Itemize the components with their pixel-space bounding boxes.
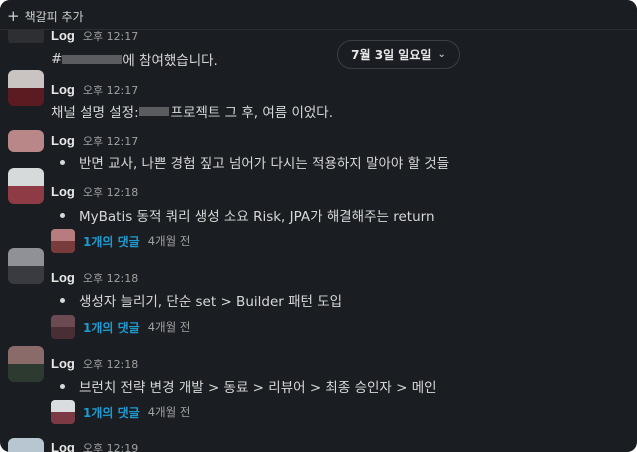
thread-replies-button[interactable]: 1개의 댓글 4개월 전 <box>51 315 190 339</box>
author-name[interactable]: Log <box>51 82 75 97</box>
thread-replies-button[interactable]: 1개의 댓글 4개월 전 <box>51 400 190 424</box>
thread-avatar-top <box>51 229 75 241</box>
timestamp[interactable]: 오후 12:18 <box>83 184 138 200</box>
author-name[interactable]: Log <box>51 440 75 452</box>
timestamp[interactable]: 오후 12:19 <box>83 440 138 452</box>
message-body: 생성자 늘리기, 단순 set > Builder 패턴 도입 <box>79 294 343 310</box>
message-text: 생성자 늘리기, 단순 set > Builder 패턴 도입 <box>51 290 342 310</box>
avatar[interactable] <box>8 248 44 284</box>
avatar-top <box>8 438 44 452</box>
message-item: Log 오후 12:18 MyBatis 동적 쿼리 생성 소요 Risk, J… <box>0 168 637 253</box>
message-header: Log 오후 12:18 <box>51 184 138 200</box>
bullet-icon <box>60 383 65 389</box>
timestamp[interactable]: 오후 12:17 <box>83 82 138 98</box>
reply-count-link[interactable]: 1개의 댓글 <box>83 319 140 336</box>
message-text: # 에 참여했습니다. <box>51 49 218 69</box>
avatar-bottom <box>8 186 44 204</box>
avatar-top <box>8 168 44 186</box>
chevron-down-icon: ⌄ <box>437 49 446 60</box>
thread-avatar-top <box>51 400 75 412</box>
author-name[interactable]: Log <box>51 133 75 148</box>
thread-avatar-bottom <box>51 241 75 253</box>
bullet-icon <box>60 212 65 218</box>
avatar-top <box>8 248 44 266</box>
message-body: 반면 교사, 나쁜 경험 짚고 넘어가 다시는 적용하지 말아야 할 것들 <box>79 156 450 172</box>
message-header: Log 오후 12:18 <box>51 270 138 286</box>
author-name[interactable]: Log <box>51 28 75 43</box>
timestamp[interactable]: 오후 12:18 <box>83 270 138 286</box>
reply-time: 4개월 전 <box>147 405 191 419</box>
message-header: Log 오후 12:17 <box>51 28 138 44</box>
thread-replies-button[interactable]: 1개의 댓글 4개월 전 <box>51 229 190 253</box>
avatar[interactable] <box>8 346 44 382</box>
bullet-icon <box>60 297 65 303</box>
timestamp[interactable]: 오후 12:18 <box>83 356 138 372</box>
avatar-bottom <box>8 88 44 106</box>
join-text: 에 참여했습니다. <box>122 53 218 69</box>
add-bookmark-label: 책갈피 추가 <box>24 9 84 24</box>
reply-time: 4개월 전 <box>147 234 191 248</box>
message-body: 브런치 전략 변경 개발 > 동료 > 리뷰어 > 최종 승인자 > 메인 <box>79 380 437 396</box>
redacted-block <box>138 106 169 116</box>
author-name[interactable]: Log <box>51 184 75 199</box>
message-header: Log 오후 12:18 <box>51 356 138 372</box>
channel-prefix: # <box>51 51 63 67</box>
reply-count-link[interactable]: 1개의 댓글 <box>83 404 140 421</box>
date-divider-button[interactable]: 7월 3일 일요일 ⌄ <box>337 40 460 69</box>
message-text: 채널 설명 설정: 프로젝트 그 후, 여름 이었다. <box>51 101 333 121</box>
thread-avatar-top <box>51 315 75 327</box>
timestamp[interactable]: 오후 12:17 <box>83 28 138 44</box>
avatar-bottom <box>8 266 44 284</box>
channel-window: + 책갈피 추가 7월 3일 일요일 ⌄ Log 오후 12:17 # 에 참여… <box>0 0 637 452</box>
message-item: Log 오후 12:17 반면 교사, 나쁜 경험 짚고 넘어가 다시는 적용하… <box>0 130 637 175</box>
redacted-block <box>62 54 123 64</box>
thread-avatar <box>51 229 75 253</box>
reply-count-link[interactable]: 1개의 댓글 <box>83 233 140 250</box>
author-name[interactable]: Log <box>51 356 75 371</box>
avatar-top <box>8 346 44 364</box>
message-item: Log 오후 12:17 채널 설명 설정: 프로젝트 그 후, 여름 이었다. <box>0 70 637 125</box>
avatar-bottom <box>8 364 44 382</box>
timestamp[interactable]: 오후 12:17 <box>83 133 138 149</box>
message-body: MyBatis 동적 쿼리 생성 소요 Risk, JPA가 해결해주는 ret… <box>79 209 435 225</box>
message-item: Log 오후 12:17 # 에 참여했습니다. <box>0 25 637 75</box>
avatar-top <box>8 70 44 88</box>
message-header: Log 오후 12:17 <box>51 82 138 98</box>
avatar[interactable] <box>8 130 44 152</box>
add-bookmark-button[interactable]: + 책갈피 추가 <box>7 6 84 26</box>
avatar[interactable] <box>8 438 44 452</box>
message-item: Log 오후 12:19 <box>0 438 637 452</box>
avatar[interactable] <box>8 168 44 204</box>
avatar-top <box>8 130 44 152</box>
author-name[interactable]: Log <box>51 270 75 285</box>
message-header: Log 오후 12:19 <box>51 440 138 452</box>
message-text: 브런치 전략 변경 개발 > 동료 > 리뷰어 > 최종 승인자 > 메인 <box>51 376 437 396</box>
plus-icon: + <box>7 6 20 25</box>
thread-avatar <box>51 315 75 339</box>
thread-avatar-bottom <box>51 327 75 339</box>
description-text: 프로젝트 그 후, 여름 이었다. <box>170 105 334 121</box>
description-prefix: 채널 설명 설정: <box>51 105 139 121</box>
date-label: 7월 3일 일요일 <box>351 48 432 62</box>
thread-avatar <box>51 400 75 424</box>
message-item: Log 오후 12:18 브런치 전략 변경 개발 > 동료 > 리뷰어 > 최… <box>0 346 637 424</box>
bullet-icon <box>60 159 65 165</box>
message-text: 반면 교사, 나쁜 경험 짚고 넘어가 다시는 적용하지 말아야 할 것들 <box>51 152 449 172</box>
avatar[interactable] <box>8 70 44 106</box>
message-text: MyBatis 동적 쿼리 생성 소요 Risk, JPA가 해결해주는 ret… <box>51 205 435 225</box>
reply-time: 4개월 전 <box>147 320 191 334</box>
channel-toolbar: + 책갈피 추가 <box>0 0 637 30</box>
message-item: Log 오후 12:18 생성자 늘리기, 단순 set > Builder 패… <box>0 248 637 339</box>
message-header: Log 오후 12:17 <box>51 133 138 149</box>
thread-avatar-bottom <box>51 412 75 424</box>
